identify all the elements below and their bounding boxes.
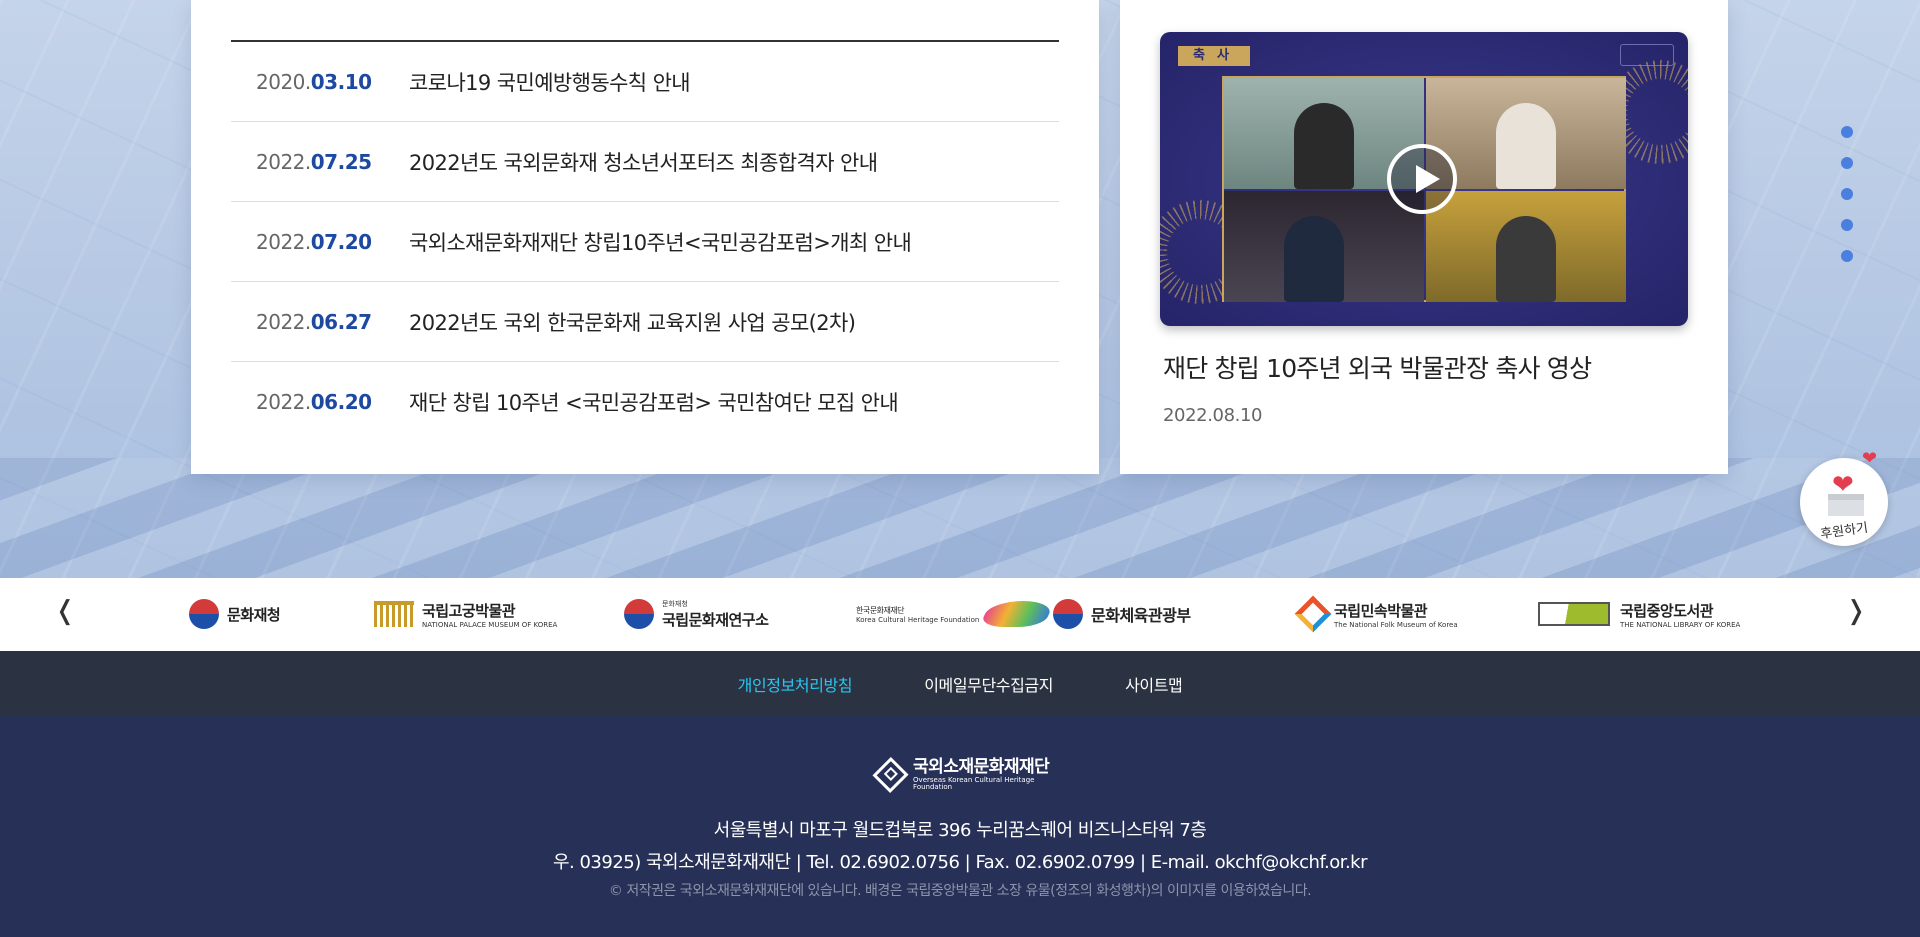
speaker-frame	[1224, 191, 1424, 302]
notice-date: 2022.06.20	[256, 389, 372, 414]
email-policy-link[interactable]: 이메일무단수집금지	[924, 672, 1053, 696]
notice-date: 2020.03.10	[256, 69, 372, 94]
partner-logo-heritage-foundation[interactable]: 한국문화재재단 Korea Cultural Heritage Foundatio…	[856, 594, 1056, 634]
notice-date: 2022.07.25	[256, 149, 372, 174]
footer-copyright: © 저작권은 국외소재문화재재단에 있습니다. 배경은 국립중앙박물관 소장 유…	[608, 883, 1312, 899]
notice-item[interactable]: 2022.07.20 국외소재문화재재단 창립10주년<국민공감포럼>개최 안내	[231, 202, 1059, 282]
video-title[interactable]: 재단 창립 10주년 외국 박물관장 축사 영상	[1163, 349, 1592, 385]
palace-icon	[374, 601, 414, 627]
notice-title[interactable]: 코로나19 국민예방행동수칙 안내	[409, 67, 691, 97]
notice-title[interactable]: 국외소재문화재재단 창립10주년<국민공감포럼>개최 안내	[409, 227, 912, 257]
notice-title[interactable]: 2022년도 국외문화재 청소년서포터즈 최종합격자 안내	[409, 147, 878, 177]
chevron-left-icon[interactable]: ❬	[50, 596, 80, 626]
chevron-right-icon[interactable]: ❭	[1841, 596, 1871, 626]
notice-item[interactable]: 2022.06.20 재단 창립 10주년 <국민공감포럼> 국민참여단 모집 …	[231, 362, 1059, 441]
footer: 국외소재문화재재단 Overseas Korean Cultural Herita…	[0, 716, 1920, 937]
notice-item[interactable]: 2020.03.10 코로나19 국민예방행동수칙 안내	[231, 42, 1059, 122]
video-card: 축사 재단 창립 10주년 외국 박물관장 축사 영상 2022.08.10	[1120, 0, 1728, 474]
support-button[interactable]: ❤ ❤ 후원하기	[1800, 450, 1888, 546]
notice-date: 2022.07.20	[256, 229, 372, 254]
play-icon[interactable]	[1387, 144, 1457, 214]
taegeuk-icon	[624, 599, 654, 629]
section-pagination	[1841, 126, 1853, 281]
video-badge: 축사	[1178, 46, 1250, 66]
section-dot[interactable]	[1841, 126, 1853, 138]
partner-logo-palace-museum[interactable]: 국립고궁박물관 NATIONAL PALACE MUSEUM OF KOREA	[374, 594, 557, 634]
anniversary-logo	[1620, 44, 1674, 66]
partner-logos: ❬ 문화재청 국립고궁박물관 NATIONAL PALACE MUSEUM OF …	[0, 578, 1920, 651]
notice-title[interactable]: 2022년도 국외 한국문화재 교육지원 사업 공모(2차)	[409, 307, 856, 337]
partner-logo-folk-museum[interactable]: 국립민속박물관 The National Folk Museum of Korea	[1294, 594, 1458, 634]
heart-icon: ❤	[1862, 448, 1878, 469]
partner-logo-cha[interactable]: 문화재청	[189, 594, 281, 634]
notice-item[interactable]: 2022.06.27 2022년도 국외 한국문화재 교육지원 사업 공모(2차…	[231, 282, 1059, 362]
footer-contact: 우. 03925) 국외소재문화재재단 | Tel. 02.6902.0756 …	[552, 852, 1368, 873]
taegeuk-icon	[189, 599, 219, 629]
notice-title[interactable]: 재단 창립 10주년 <국민공감포럼> 국민참여단 모집 안내	[409, 387, 899, 417]
swirl-icon	[979, 601, 1056, 627]
partner-logo-mcst[interactable]: 문화체육관광부	[1053, 594, 1191, 634]
footer-nav: 개인정보처리방침 이메일무단수집금지 사이트맵	[0, 651, 1920, 716]
privacy-policy-link[interactable]: 개인정보처리방침	[738, 672, 853, 696]
library-icon	[1538, 602, 1610, 626]
footer-address: 서울특별시 마포구 월드컵북로 396 누리꿈스퀘어 비즈니스타워 7층	[713, 820, 1207, 841]
notice-date: 2022.06.27	[256, 309, 372, 334]
folk-museum-icon	[1294, 595, 1332, 633]
sitemap-link[interactable]: 사이트맵	[1125, 672, 1183, 696]
partner-logo-national-library[interactable]: 국립중앙도서관 THE NATIONAL LIBRARY OF KOREA	[1538, 594, 1740, 634]
section-dot[interactable]	[1841, 219, 1853, 231]
partner-logo-research-institute[interactable]: 문화재청 국립문화재연구소	[624, 594, 769, 634]
section-dot[interactable]	[1841, 188, 1853, 200]
video-date: 2022.08.10	[1163, 405, 1263, 426]
video-thumbnail[interactable]: 축사	[1160, 32, 1688, 326]
heart-icon: ❤	[1832, 470, 1854, 500]
footer-logo: 국외소재문화재재단 Overseas Korean Cultural Herita…	[872, 756, 1068, 794]
section-dot[interactable]	[1841, 250, 1853, 262]
notice-card: 2020.03.10 코로나19 국민예방행동수칙 안내 2022.07.25 …	[191, 0, 1099, 474]
foundation-logo-icon	[872, 756, 909, 794]
notice-item[interactable]: 2022.07.25 2022년도 국외문화재 청소년서포터즈 최종합격자 안내	[231, 122, 1059, 202]
speaker-frame	[1426, 191, 1626, 302]
taegeuk-icon	[1053, 599, 1083, 629]
section-dot[interactable]	[1841, 157, 1853, 169]
notice-list: 2020.03.10 코로나19 국민예방행동수칙 안내 2022.07.25 …	[231, 42, 1059, 441]
